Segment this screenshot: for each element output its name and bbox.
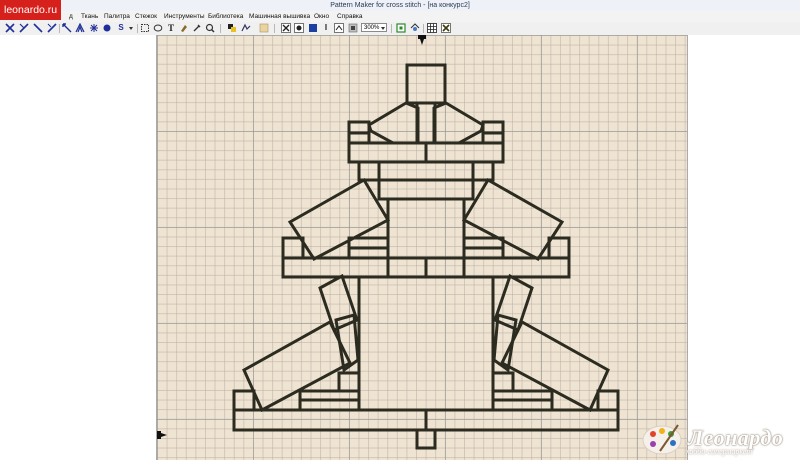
stitch-block	[432, 101, 485, 145]
backstitch-pattern[interactable]	[0, 0, 800, 460]
stitch-block	[493, 273, 534, 333]
stitch-block	[357, 160, 381, 182]
stitch-block	[405, 63, 447, 105]
palette-logo-icon	[642, 424, 682, 455]
logo-tagline: хобби-гипермаркет	[686, 447, 753, 456]
stitch-block	[357, 275, 495, 412]
stitch-block	[318, 273, 359, 333]
watermark-label: leonardo.ru	[0, 0, 62, 20]
stitch-block	[281, 236, 305, 260]
center-marker-top-icon	[418, 35, 426, 45]
stitch-block	[500, 319, 610, 413]
center-marker-left-icon	[157, 431, 167, 439]
stitch-block	[491, 371, 515, 393]
leonardo-logo: Леонардо хобби-гипермаркет	[640, 417, 800, 460]
stitch-block	[596, 389, 620, 412]
stitch-block	[415, 428, 437, 450]
stitch-block	[367, 101, 420, 145]
stitch-block	[242, 319, 352, 413]
stitch-block	[232, 389, 256, 412]
stitch-block	[415, 101, 437, 145]
stitch-block	[547, 236, 571, 260]
stitch-block	[471, 160, 495, 182]
stitch-block	[337, 371, 361, 393]
